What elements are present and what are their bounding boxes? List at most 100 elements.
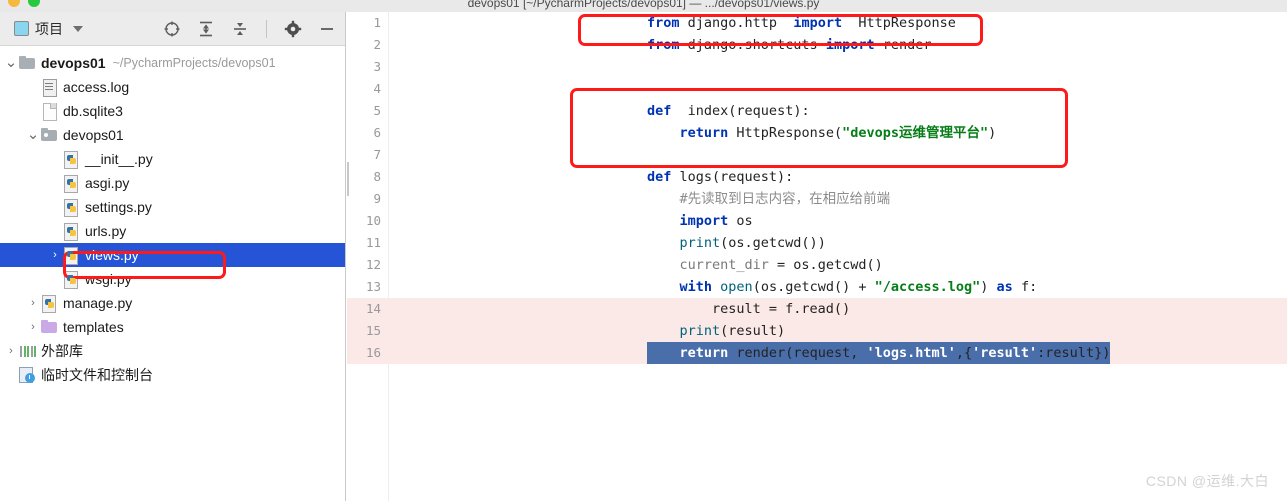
code-line-text[interactable]: def index(request): — [647, 100, 810, 122]
chevron-down-icon[interactable]: ⌄ — [4, 51, 18, 75]
code-token: render — [874, 37, 932, 53]
chevron-down-icon[interactable]: ⌄ — [26, 123, 40, 147]
code-line[interactable]: 6 return HttpResponse("devops运维管理平台") — [347, 122, 1287, 144]
tree-item-label: db.sqlite3 — [63, 103, 123, 119]
code-line-text[interactable]: current_dir = os.getcwd() — [647, 254, 883, 276]
gear-icon[interactable] — [283, 19, 303, 39]
window-title: devops01 [~/PycharmProjects/devops01] — … — [467, 0, 820, 10]
code-token: (os.getcwd() + — [752, 279, 875, 295]
tree-item-settings.py[interactable]: settings.py — [0, 195, 345, 219]
code-token: 'result' — [972, 345, 1038, 361]
tree-item-[interactable]: 临时文件和控制台 — [0, 363, 345, 387]
code-line[interactable]: 15 print(result) — [347, 320, 1287, 342]
code-token: import — [679, 213, 729, 229]
chevron-right-icon[interactable]: › — [26, 291, 40, 315]
code-editor[interactable]: 1 from django.http import HttpResponse 2 fr… — [347, 12, 1287, 501]
code-line[interactable]: 5 def index(request): — [347, 100, 1287, 122]
code-line[interactable]: 1 from django.http import HttpResponse — [347, 12, 1287, 34]
tree-item-views.py[interactable]: › views.py — [0, 243, 345, 267]
pycharm-window: devops01 [~/PycharmProjects/devops01] — … — [0, 0, 1287, 501]
project-toolbar-buttons — [162, 19, 337, 39]
tree-item-devops01[interactable]: ⌄ devops01 — [0, 123, 345, 147]
code-line-text[interactable]: return render(request, 'logs.html',{'res… — [647, 342, 1111, 364]
chevron-right-icon[interactable]: › — [26, 315, 40, 339]
code-line-text[interactable]: import os — [647, 210, 753, 232]
collapse-all-icon[interactable] — [230, 19, 250, 39]
line-number: 10 — [365, 213, 381, 228]
tree-item-label: settings.py — [85, 199, 152, 215]
tree-item-label: views.py — [85, 247, 139, 263]
tree-item-templates[interactable]: › templates — [0, 315, 345, 339]
python-file-icon — [62, 270, 80, 289]
project-panel-header[interactable]: 项目 — [0, 19, 83, 39]
code-line[interactable]: 2 from django.shortcuts import render — [347, 34, 1287, 56]
code-line[interactable]: 14 result = f.read() — [347, 298, 1287, 320]
project-panel: 项目 ⌄ devops01 ~/PycharmProjects/devops01… — [0, 12, 346, 501]
tree-item-access.log[interactable]: access.log — [0, 75, 345, 99]
code-line[interactable]: 4 — [347, 78, 1287, 100]
window-titlebar: devops01 [~/PycharmProjects/devops01] — … — [0, 0, 1287, 12]
toolbar-divider — [266, 19, 267, 38]
code-line-text[interactable]: result = f.read() — [647, 298, 850, 320]
chevron-right-icon[interactable]: › — [48, 243, 62, 267]
code-line-text[interactable]: print(os.getcwd()) — [647, 232, 826, 254]
code-token: ,{ — [955, 345, 973, 361]
code-line[interactable]: 10 import os — [347, 210, 1287, 232]
code-line[interactable]: 13 with open(os.getcwd() + "/access.log"… — [347, 276, 1287, 298]
tree-item-asgi.py[interactable]: asgi.py — [0, 171, 345, 195]
tree-item-label: 临时文件和控制台 — [41, 367, 153, 383]
tree-item-label: asgi.py — [85, 175, 130, 191]
tree-item-label: devops01 — [41, 55, 106, 71]
line-number: 3 — [373, 59, 381, 74]
tree-item-[interactable]: › 外部库 — [0, 339, 345, 363]
code-line[interactable]: 8 def logs(request): — [347, 166, 1287, 188]
code-line-text[interactable]: with open(os.getcwd() + "/access.log") a… — [647, 276, 1038, 298]
code-token: logs — [671, 169, 713, 185]
code-line[interactable]: 7 — [347, 144, 1287, 166]
tree-item-manage.py[interactable]: › manage.py — [0, 291, 345, 315]
line-number: 14 — [365, 301, 381, 316]
code-line[interactable]: 16 return render(request, 'logs.html',{'… — [347, 342, 1287, 364]
code-line-text[interactable]: #先读取到日志内容，在相应给前端 — [647, 188, 891, 210]
locate-icon[interactable] — [162, 19, 182, 39]
code-token: ) — [988, 125, 997, 141]
line-number: 15 — [365, 323, 381, 338]
project-file-tree[interactable]: ⌄ devops01 ~/PycharmProjects/devops01 acces… — [0, 46, 345, 387]
python-file-icon — [62, 174, 80, 193]
code-content[interactable]: 1 from django.http import HttpResponse 2 fr… — [347, 12, 1287, 501]
code-token: os — [728, 213, 753, 229]
tree-item-devops01[interactable]: ⌄ devops01 ~/PycharmProjects/devops01 — [0, 51, 345, 75]
code-line[interactable]: 12 current_dir = os.getcwd() — [347, 254, 1287, 276]
code-line[interactable]: 9 #先读取到日志内容，在相应给前端 — [347, 188, 1287, 210]
minus-icon[interactable] — [317, 19, 337, 39]
project-icon — [14, 21, 29, 36]
code-token: index — [671, 103, 729, 119]
python-file-icon — [62, 246, 80, 265]
code-line[interactable]: 3 — [347, 56, 1287, 78]
code-line-text[interactable]: from django.shortcuts import render — [647, 34, 932, 56]
code-line-text[interactable]: print(result) — [647, 320, 786, 342]
code-token: :result}) — [1037, 345, 1111, 361]
tree-item-__init__.py[interactable]: __init__.py — [0, 147, 345, 171]
code-line-text[interactable]: def logs(request): — [647, 166, 793, 188]
code-line-text[interactable]: from django.http import HttpResponse — [647, 12, 956, 34]
tree-item-db.sqlite3[interactable]: db.sqlite3 — [0, 99, 345, 123]
code-token: current_dir — [679, 257, 769, 273]
python-file-icon — [62, 150, 80, 169]
code-line[interactable]: 11 print(os.getcwd()) — [347, 232, 1287, 254]
chevron-right-icon[interactable]: › — [4, 339, 18, 363]
code-token: "/access.log" — [874, 279, 981, 295]
code-line-text[interactable]: return HttpResponse("devops运维管理平台") — [647, 122, 997, 144]
tree-item-wsgi.py[interactable]: wsgi.py — [0, 267, 345, 291]
tree-item-label: __init__.py — [85, 151, 153, 167]
code-token: django.shortcuts — [679, 37, 826, 53]
code-token: from — [647, 15, 680, 31]
tree-item-urls.py[interactable]: urls.py — [0, 219, 345, 243]
expand-all-icon[interactable] — [196, 19, 216, 39]
code-token: (os.getcwd()) — [720, 235, 826, 251]
code-token: ) — [980, 279, 997, 295]
chevron-down-icon[interactable] — [73, 25, 83, 32]
tree-item-label: devops01 — [63, 127, 124, 143]
